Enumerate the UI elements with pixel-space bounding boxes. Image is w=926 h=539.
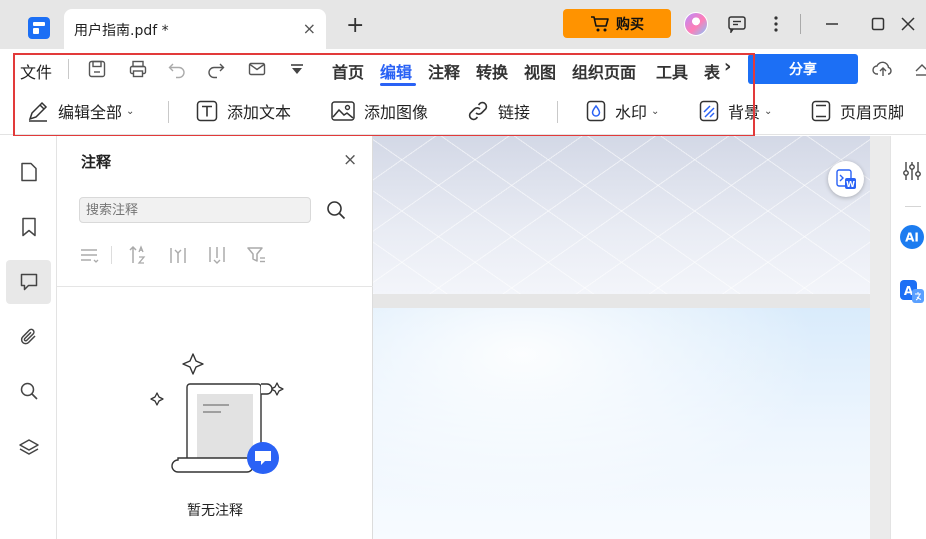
watermark-icon <box>586 100 606 122</box>
tab-edit[interactable]: 编辑 <box>380 59 412 83</box>
pdf-page <box>373 308 870 539</box>
search-icon[interactable] <box>325 199 347 221</box>
pdf-page <box>373 136 870 294</box>
buy-label: 购买 <box>616 16 644 33</box>
share-button[interactable]: 分享 <box>748 54 858 84</box>
chevron-down-icon: ⌄ <box>126 105 135 117</box>
redo-icon[interactable] <box>205 58 227 80</box>
header-footer-icon <box>811 100 831 122</box>
vertical-scrollbar[interactable] <box>870 136 890 539</box>
chevron-down-icon: ⌄ <box>651 105 660 117</box>
edit-all-label: 编辑全部 <box>58 103 123 122</box>
attachment-icon[interactable] <box>6 315 51 359</box>
panel-title: 注释 <box>81 153 112 171</box>
left-sidebar <box>0 136 57 539</box>
sort-az-icon[interactable] <box>127 244 149 266</box>
menu-row: 文件 首页 编辑 注释 转换 视图 组织页面 工具 表 › 分享 <box>0 49 926 89</box>
svg-text:W: W <box>846 180 855 189</box>
watermark-label: 水印 <box>615 103 648 122</box>
tab-home[interactable]: 首页 <box>332 59 364 83</box>
background-icon <box>699 100 719 122</box>
panel-close-icon[interactable]: × <box>343 150 357 170</box>
avatar[interactable] <box>684 12 708 36</box>
upload-cloud-icon[interactable] <box>872 58 894 80</box>
pen-icon <box>28 101 48 122</box>
link-button[interactable]: 链接 <box>466 97 530 125</box>
funnel-icon[interactable] <box>245 244 267 266</box>
search-icon[interactable] <box>6 369 51 413</box>
cart-icon <box>591 15 609 31</box>
mail-icon[interactable] <box>246 58 268 80</box>
document-canvas[interactable] <box>373 136 870 539</box>
right-rail-divider <box>905 206 921 207</box>
app-logo-icon <box>28 17 50 39</box>
edit-ribbon: 编辑全部 ⌄ 添加文本 添加图像 链接 水印 ⌄ 背景 ⌄ 页眉页脚 <box>0 89 926 135</box>
add-text-label: 添加文本 <box>227 103 292 122</box>
link-label: 链接 <box>498 103 531 122</box>
edit-all-button[interactable]: 编辑全部 ⌄ <box>26 97 134 125</box>
layers-icon[interactable] <box>6 425 51 469</box>
chevron-down-icon: ⌄ <box>764 105 773 117</box>
tab-organize-pages[interactable]: 组织页面 <box>572 59 636 83</box>
tab-annotate[interactable]: 注释 <box>428 59 460 83</box>
titlebar-divider <box>800 14 801 34</box>
save-icon[interactable] <box>86 58 108 80</box>
convert-to-word-icon[interactable]: W <box>828 161 864 197</box>
panel-divider <box>57 286 373 287</box>
ribbon-divider <box>557 101 558 123</box>
empty-state-text: 暂无注释 <box>187 503 243 519</box>
header-footer-button[interactable]: 页眉页脚 <box>810 97 904 125</box>
maximize-icon[interactable] <box>866 12 890 36</box>
filter-col2-icon[interactable] <box>206 244 228 266</box>
ai-assistant-icon[interactable]: AI <box>899 224 925 250</box>
link-icon <box>468 101 488 121</box>
ribbon-divider <box>168 101 169 123</box>
document-tab[interactable]: 用户指南.pdf * × <box>64 9 326 49</box>
collapse-ribbon-icon[interactable] <box>910 58 926 80</box>
filter-col-icon[interactable] <box>167 244 189 266</box>
print-icon[interactable] <box>127 58 149 80</box>
add-image-label: 添加图像 <box>364 103 429 122</box>
svg-text:AI: AI <box>905 231 919 245</box>
file-menu[interactable]: 文件 <box>20 59 52 83</box>
text-icon <box>196 100 218 122</box>
right-sidebar: AI A <box>890 136 926 539</box>
page-gap <box>373 294 870 308</box>
filter-divider <box>111 246 112 264</box>
buy-button[interactable]: 购买 <box>563 9 671 38</box>
tab-view[interactable]: 视图 <box>524 59 556 83</box>
sort-list-icon[interactable] <box>79 244 101 266</box>
title-bar: 用户指南.pdf * × + 购买 <box>0 0 926 49</box>
add-text-button[interactable]: 添加文本 <box>195 97 291 125</box>
annotation-panel: 注释 × 暂无注释 <box>57 136 373 539</box>
more-tabs-chevron-icon[interactable]: › <box>724 56 731 77</box>
close-window-icon[interactable] <box>896 12 920 36</box>
background-button[interactable]: 背景 ⌄ <box>698 97 772 125</box>
tab-tools[interactable]: 工具 <box>656 59 688 83</box>
active-tab-indicator <box>380 83 416 86</box>
comment-icon[interactable] <box>6 260 51 304</box>
add-image-button[interactable]: 添加图像 <box>330 97 428 125</box>
empty-annotation-illustration <box>150 353 284 474</box>
properties-sliders-icon[interactable] <box>899 158 925 184</box>
watermark-button[interactable]: 水印 ⌄ <box>585 97 659 125</box>
dropdown-icon[interactable] <box>286 58 308 80</box>
image-icon <box>331 101 355 121</box>
menu-divider <box>68 59 69 79</box>
translate-icon[interactable]: A <box>899 279 925 305</box>
new-tab-button[interactable]: + <box>346 14 364 38</box>
tab-convert[interactable]: 转换 <box>476 59 508 83</box>
page-icon[interactable] <box>6 150 51 194</box>
minimize-icon[interactable] <box>820 12 844 36</box>
document-tab-title: 用户指南.pdf * <box>74 23 169 39</box>
background-label: 背景 <box>728 103 761 122</box>
annotation-search-input[interactable] <box>79 197 311 223</box>
header-footer-label: 页眉页脚 <box>840 103 905 122</box>
tab-forms[interactable]: 表 <box>704 59 720 83</box>
undo-icon[interactable] <box>166 58 188 80</box>
tab-close-icon[interactable]: × <box>303 19 316 39</box>
bookmark-icon[interactable] <box>6 205 51 249</box>
more-vertical-icon[interactable] <box>764 12 788 36</box>
feedback-icon[interactable] <box>725 12 749 36</box>
